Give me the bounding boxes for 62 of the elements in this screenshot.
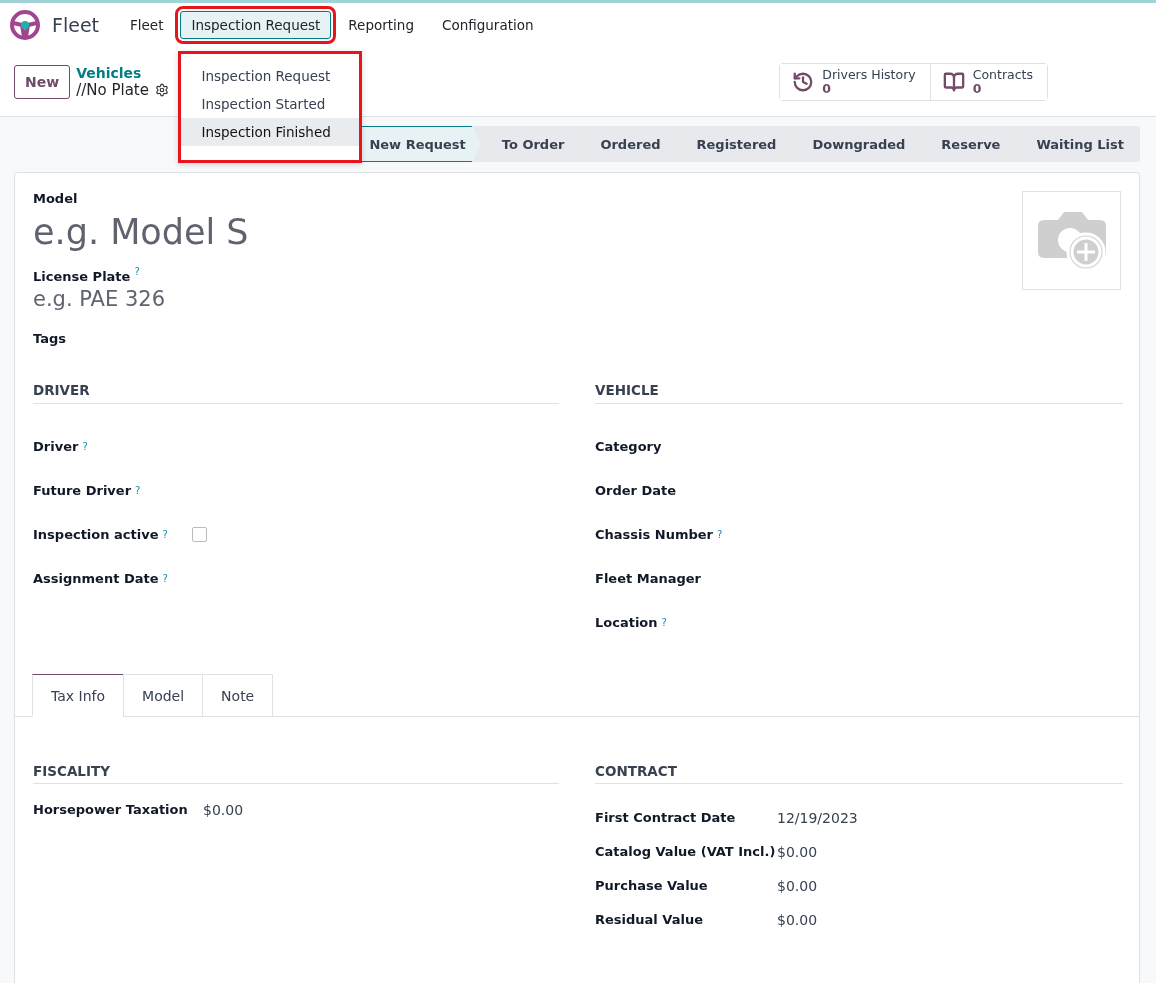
record-title: //No Plate <box>76 80 149 99</box>
help-tooltip-mark[interactable]: ? <box>661 616 667 628</box>
field-label: Chassis Number <box>595 526 713 542</box>
field-label: First Contract Date <box>595 810 737 827</box>
app-name: Fleet <box>52 14 100 36</box>
stage-button[interactable]: To Order <box>481 126 581 162</box>
section-heading: FISCALITY <box>33 763 559 785</box>
field-label: Category <box>595 438 662 454</box>
book-icon <box>942 70 965 93</box>
help-tooltip-mark[interactable]: ? <box>162 528 168 540</box>
field-label: Tags <box>33 331 67 347</box>
menu-item[interactable]: Fleet <box>119 11 175 39</box>
dropdown-item[interactable]: Inspection Request <box>181 62 360 90</box>
field-label: Fleet Manager <box>595 570 701 586</box>
help-tooltip-mark[interactable]: ? <box>134 266 140 277</box>
field-label: Driver <box>33 438 79 454</box>
field-label: Order Date <box>595 482 677 498</box>
checkbox[interactable] <box>191 526 207 542</box>
smart-button-label: Contracts <box>972 68 1033 82</box>
field-value: $0.00 <box>777 912 819 929</box>
field-label: Residual Value <box>595 912 704 929</box>
stage-button[interactable]: Waiting List <box>1016 126 1140 162</box>
field-label: Inspection active <box>33 526 159 542</box>
field-label: Future Driver <box>33 482 132 498</box>
smart-button-label: Drivers History <box>822 68 916 82</box>
dropdown-item[interactable]: Inspection Finished <box>181 118 360 146</box>
stage-button[interactable]: Registered <box>676 126 793 162</box>
steering-wheel-logo-icon[interactable] <box>10 10 40 40</box>
breadcrumb-link[interactable]: Vehicles <box>76 64 169 81</box>
dropdown-item[interactable]: Inspection Started <box>181 90 360 118</box>
stage-button[interactable]: Reserve <box>921 126 1017 162</box>
help-tooltip-mark[interactable]: ? <box>82 440 88 452</box>
help-tooltip-mark[interactable]: ? <box>135 484 141 496</box>
help-tooltip-mark[interactable]: ? <box>162 572 168 584</box>
field-label: Location <box>595 614 658 630</box>
field-label: License Plate <box>33 269 131 285</box>
new-button[interactable]: New <box>14 64 71 99</box>
field-label: Model <box>33 191 79 206</box>
menu-item[interactable]: Configuration <box>430 11 545 39</box>
field-value: $0.00 <box>203 802 245 819</box>
field-value: $0.00 <box>777 878 819 895</box>
tab[interactable]: Tax Info <box>32 674 125 718</box>
stage-button[interactable]: Ordered <box>580 126 677 162</box>
section-heading: CONTRACT <box>595 763 1123 785</box>
section-heading: VEHICLE <box>595 382 1123 405</box>
field-label: Horsepower Taxation <box>33 802 189 819</box>
tab[interactable]: Model <box>123 674 204 718</box>
menu-item[interactable]: Reporting <box>337 11 425 39</box>
tab[interactable]: Note <box>202 674 274 718</box>
stage-button[interactable]: Downgraded <box>792 126 922 162</box>
settings-icon[interactable] <box>154 82 169 97</box>
section-heading: DRIVER <box>33 382 559 405</box>
history-clock-icon <box>792 70 815 93</box>
field-label: Catalog Value (VAT Incl.) <box>595 844 777 861</box>
field-label: Assignment Date <box>33 570 159 586</box>
field-label: Purchase Value <box>595 878 709 895</box>
smart-button-count: 0 <box>822 81 832 95</box>
help-tooltip-mark[interactable]: ? <box>717 528 723 540</box>
field-value: $0.00 <box>777 844 819 861</box>
field-value: 12/19/2023 <box>777 810 859 827</box>
smart-button[interactable]: Contracts 0 <box>929 63 1047 100</box>
smart-button-count: 0 <box>972 81 983 95</box>
